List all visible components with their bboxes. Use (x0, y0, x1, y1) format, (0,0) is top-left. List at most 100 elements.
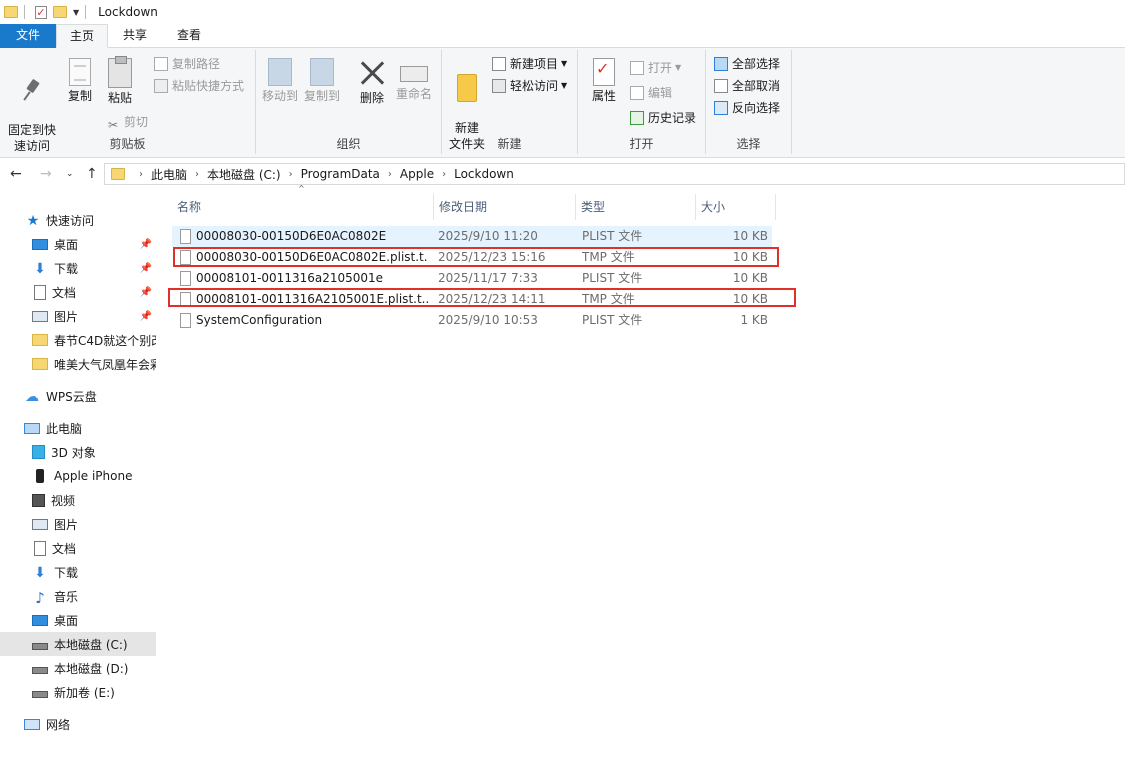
pin-icon: 📌 (139, 286, 152, 298)
column-header-type[interactable]: 类型 (576, 194, 696, 220)
move-to-button[interactable]: 移动到 (260, 54, 300, 104)
select-all-icon (714, 57, 728, 71)
file-name: SystemConfiguration (196, 313, 323, 327)
delete-x-icon (357, 58, 387, 88)
document-icon (34, 284, 46, 300)
breadcrumb-programdata[interactable]: ProgramData (301, 167, 380, 181)
folder-icon (4, 6, 18, 18)
nav-label: 下载 (54, 261, 79, 276)
nav-item-downloads[interactable]: ⬇ 下载 📌 (0, 256, 156, 280)
copy-icon (69, 58, 91, 86)
copy-path-button[interactable]: 复制路径 (154, 54, 220, 74)
nav-item-videos[interactable]: 视频 (0, 488, 156, 512)
nav-item-local-disk-c[interactable]: 本地磁盘 (C:) (0, 632, 156, 656)
properties-button[interactable]: 属性 (584, 54, 624, 104)
nav-item-music[interactable]: ♪ 音乐 (0, 584, 156, 608)
easy-access-icon (492, 79, 506, 93)
select-none-icon (714, 79, 728, 93)
breadcrumb-local-disk-c[interactable]: 本地磁盘 (C:) (207, 166, 281, 183)
nav-item-pictures[interactable]: 图片 📌 (0, 304, 156, 328)
easy-access-button[interactable]: 轻松访问 ▼ (492, 76, 567, 96)
nav-item-pictures-pc[interactable]: 图片 (0, 512, 156, 536)
invert-selection-button[interactable]: 反向选择 (714, 98, 780, 118)
nav-label: 新加卷 (E:) (54, 685, 115, 700)
divider (24, 5, 25, 19)
edit-button[interactable]: 编辑 (630, 83, 672, 103)
column-header-size[interactable]: 大小 (696, 194, 776, 220)
table-row[interactable]: 00008101-0011316a2105001e 2025/11/17 7:3… (172, 268, 772, 289)
cube-icon (32, 445, 45, 459)
open-button[interactable]: 打开 ▼ (630, 58, 681, 78)
nav-item-desktop-pc[interactable]: 桌面 (0, 608, 156, 632)
up-arrow-icon[interactable]: ↑ (86, 164, 98, 184)
select-all-button[interactable]: 全部选择 (714, 54, 780, 74)
nav-item-folder[interactable]: 唯美大气凤凰年会彩 (0, 352, 156, 376)
rename-button[interactable]: 重命名 (394, 54, 434, 102)
nav-label: 此电脑 (46, 421, 83, 436)
chevron-right-icon[interactable]: › (139, 169, 143, 180)
nav-quick-access[interactable]: ★ 快速访问 (0, 208, 156, 232)
back-arrow-icon[interactable]: ← (10, 164, 22, 184)
nav-item-documents[interactable]: 文档 📌 (0, 280, 156, 304)
navigation-pane: ★ 快速访问 桌面 📌 ⬇ 下载 📌 文档 📌 图片 📌 春节C4D就这个别改 … (0, 204, 160, 780)
tab-share[interactable]: 共享 (112, 24, 158, 48)
download-arrow-icon: ⬇ (34, 565, 46, 581)
file-name: 00008101-0011316a2105001e (196, 271, 384, 285)
table-row[interactable]: SystemConfiguration 2025/9/10 10:53 PLIS… (172, 310, 772, 331)
paste-button[interactable]: 粘贴 (102, 54, 138, 106)
nav-item-3d-objects[interactable]: 3D 对象 (0, 440, 156, 464)
paste-icon (108, 56, 132, 88)
nav-wps-cloud[interactable]: ☁ WPS云盘 (0, 384, 156, 408)
tab-file[interactable]: 文件 (0, 24, 56, 48)
highlight-box (168, 288, 796, 307)
computer-icon (24, 422, 40, 434)
breadcrumb-this-pc[interactable]: 此电脑 (151, 166, 187, 183)
nav-label: 文档 (52, 541, 77, 556)
nav-network[interactable]: 网络 (0, 712, 156, 736)
customize-toolbar-chevron-icon[interactable]: ▼ (73, 8, 79, 17)
new-folder-quick-icon[interactable] (53, 6, 67, 18)
tab-view[interactable]: 查看 (166, 24, 212, 48)
nav-this-pc[interactable]: 此电脑 (0, 416, 156, 440)
breadcrumb-apple[interactable]: Apple (400, 167, 434, 181)
delete-button[interactable]: 删除 (354, 54, 390, 106)
nav-label: 视频 (51, 493, 76, 508)
new-item-button[interactable]: 新建项目 ▼ (492, 54, 567, 74)
nav-item-desktop[interactable]: 桌面 📌 (0, 232, 156, 256)
nav-item-folder[interactable]: 春节C4D就这个别改 (0, 328, 156, 352)
copy-button[interactable]: 复制 (62, 54, 98, 104)
select-none-button[interactable]: 全部取消 (714, 76, 780, 96)
paste-shortcut-label: 粘贴快捷方式 (172, 79, 245, 93)
breadcrumb-lockdown[interactable]: Lockdown (454, 167, 514, 181)
forward-arrow-icon[interactable]: → (40, 164, 52, 184)
recent-locations-chevron-icon[interactable]: ⌄ (66, 164, 74, 184)
chevron-right-icon[interactable]: › (195, 169, 199, 180)
nav-item-documents-pc[interactable]: 文档 (0, 536, 156, 560)
pin-icon (17, 74, 47, 104)
copy-to-button[interactable]: 复制到 (302, 54, 342, 104)
paste-shortcut-button[interactable]: 粘贴快捷方式 (154, 76, 244, 96)
nav-item-local-disk-d[interactable]: 本地磁盘 (D:) (0, 656, 156, 680)
cloud-icon: ☁ (25, 389, 39, 405)
table-row[interactable]: 00008030-00150D6E0AC0802E 2025/9/10 11:2… (172, 226, 772, 247)
cut-button[interactable]: ✂ 剪切 (106, 112, 148, 132)
group-clipboard: 固定到快 速访问 复制 粘贴 复制路径 粘贴快捷方式 ✂ 剪切 剪贴板 (0, 50, 256, 154)
address-bar[interactable]: › 此电脑 › 本地磁盘 (C:) › ProgramData › Apple … (104, 163, 1125, 185)
column-header-date[interactable]: 修改日期 (434, 194, 576, 220)
nav-item-downloads-pc[interactable]: ⬇ 下载 (0, 560, 156, 584)
pictures-icon (32, 310, 48, 322)
nav-item-volume-e[interactable]: 新加卷 (E:) (0, 680, 156, 704)
chevron-right-icon[interactable]: › (388, 169, 392, 180)
edit-label: 编辑 (648, 86, 673, 100)
chevron-right-icon[interactable]: › (442, 169, 446, 180)
column-header-name[interactable]: 名称 (172, 194, 434, 220)
file-size: 10 KB (732, 229, 768, 243)
history-label: 历史记录 (648, 111, 697, 125)
new-item-icon (492, 57, 506, 71)
tab-home[interactable]: 主页 (56, 24, 108, 48)
chevron-right-icon[interactable]: › (289, 169, 293, 180)
group-label: 剪贴板 (109, 137, 146, 151)
nav-item-iphone[interactable]: Apple iPhone (0, 464, 156, 488)
properties-quick-icon[interactable]: ✓ (35, 5, 47, 19)
history-button[interactable]: 历史记录 (630, 108, 696, 128)
